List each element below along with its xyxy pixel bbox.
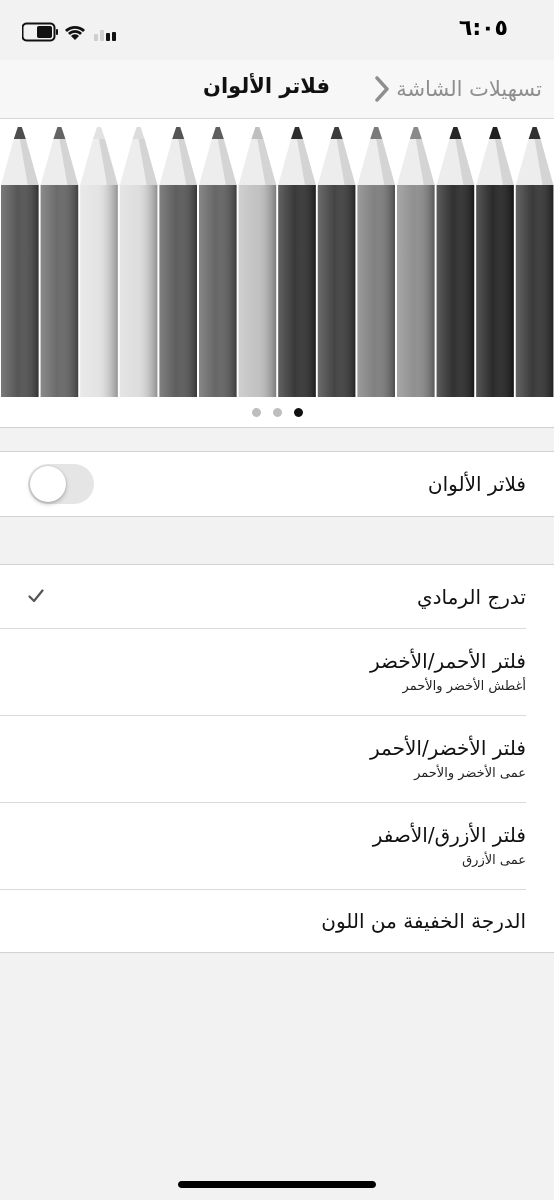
filter-option-green-red[interactable]: فلتر الأخضر/الأحمر عمى الأخضر والأحمر bbox=[0, 716, 554, 803]
chevron-right-icon bbox=[375, 76, 389, 102]
pencil bbox=[436, 127, 475, 397]
pencil bbox=[159, 127, 197, 397]
pencil bbox=[40, 127, 79, 397]
filter-option-subtitle: عمى الأخضر والأحمر bbox=[414, 766, 526, 781]
pencil bbox=[119, 127, 158, 397]
checkmark-icon bbox=[28, 589, 44, 603]
color-filters-row: فلاتر الألوان bbox=[0, 452, 554, 516]
filter-options-list: تدرج الرمادي فلتر الأحمر/الأخضر أغطش الأ… bbox=[0, 564, 554, 953]
color-filters-toggle[interactable] bbox=[28, 464, 94, 504]
pencil bbox=[199, 127, 237, 397]
filter-option-title: فلتر الأخضر/الأحمر bbox=[370, 736, 526, 760]
filter-option-title: تدرج الرمادي bbox=[416, 585, 526, 609]
status-bar: ٦:٠٥ bbox=[0, 0, 554, 60]
color-filters-section: فلاتر الألوان bbox=[0, 451, 554, 517]
filter-option-blue-yellow[interactable]: فلتر الأزرق/الأصفر عمى الأزرق bbox=[0, 803, 554, 890]
toggle-knob bbox=[30, 466, 66, 502]
navigation-bar: تسهيلات الشاشة فلاتر الألوان bbox=[0, 60, 554, 119]
filter-option-title: الدرجة الخفيفة من اللون bbox=[321, 909, 526, 933]
pencil bbox=[397, 127, 435, 397]
page-title: فلاتر الألوان bbox=[203, 74, 330, 98]
battery-icon bbox=[22, 22, 58, 42]
color-filter-preview[interactable] bbox=[0, 119, 554, 397]
page-indicator[interactable] bbox=[0, 397, 554, 428]
pencil bbox=[515, 127, 554, 397]
wifi-icon bbox=[65, 26, 85, 40]
filter-option-color-tint[interactable]: الدرجة الخفيفة من اللون bbox=[0, 890, 554, 952]
pencil bbox=[1, 127, 39, 397]
back-button[interactable]: تسهيلات الشاشة bbox=[374, 72, 542, 106]
filter-option-title: فلتر الأحمر/الأخضر bbox=[370, 649, 526, 673]
filter-option-title: فلتر الأزرق/الأصفر bbox=[372, 823, 526, 847]
filter-option-subtitle: عمى الأزرق bbox=[462, 853, 526, 868]
pencils-image bbox=[1, 127, 554, 397]
status-icons bbox=[22, 22, 116, 42]
pencil bbox=[238, 127, 277, 397]
home-indicator[interactable] bbox=[178, 1181, 376, 1188]
page-dot bbox=[251, 407, 261, 417]
page-dot bbox=[272, 407, 282, 417]
pencil bbox=[476, 127, 514, 397]
page-dot-active bbox=[293, 407, 303, 417]
filter-option-grayscale[interactable]: تدرج الرمادي bbox=[0, 565, 554, 629]
back-button-label: تسهيلات الشاشة bbox=[396, 77, 542, 101]
pencil bbox=[80, 127, 118, 397]
pencil bbox=[357, 127, 395, 397]
filter-option-red-green[interactable]: فلتر الأحمر/الأخضر أغطش الأخضر والأحمر bbox=[0, 629, 554, 716]
cellular-signal-icon bbox=[94, 30, 116, 41]
filter-option-subtitle: أغطش الأخضر والأحمر bbox=[402, 679, 526, 694]
status-time: ٦:٠٥ bbox=[458, 16, 508, 41]
pencil bbox=[278, 127, 316, 397]
pencil bbox=[317, 127, 356, 397]
